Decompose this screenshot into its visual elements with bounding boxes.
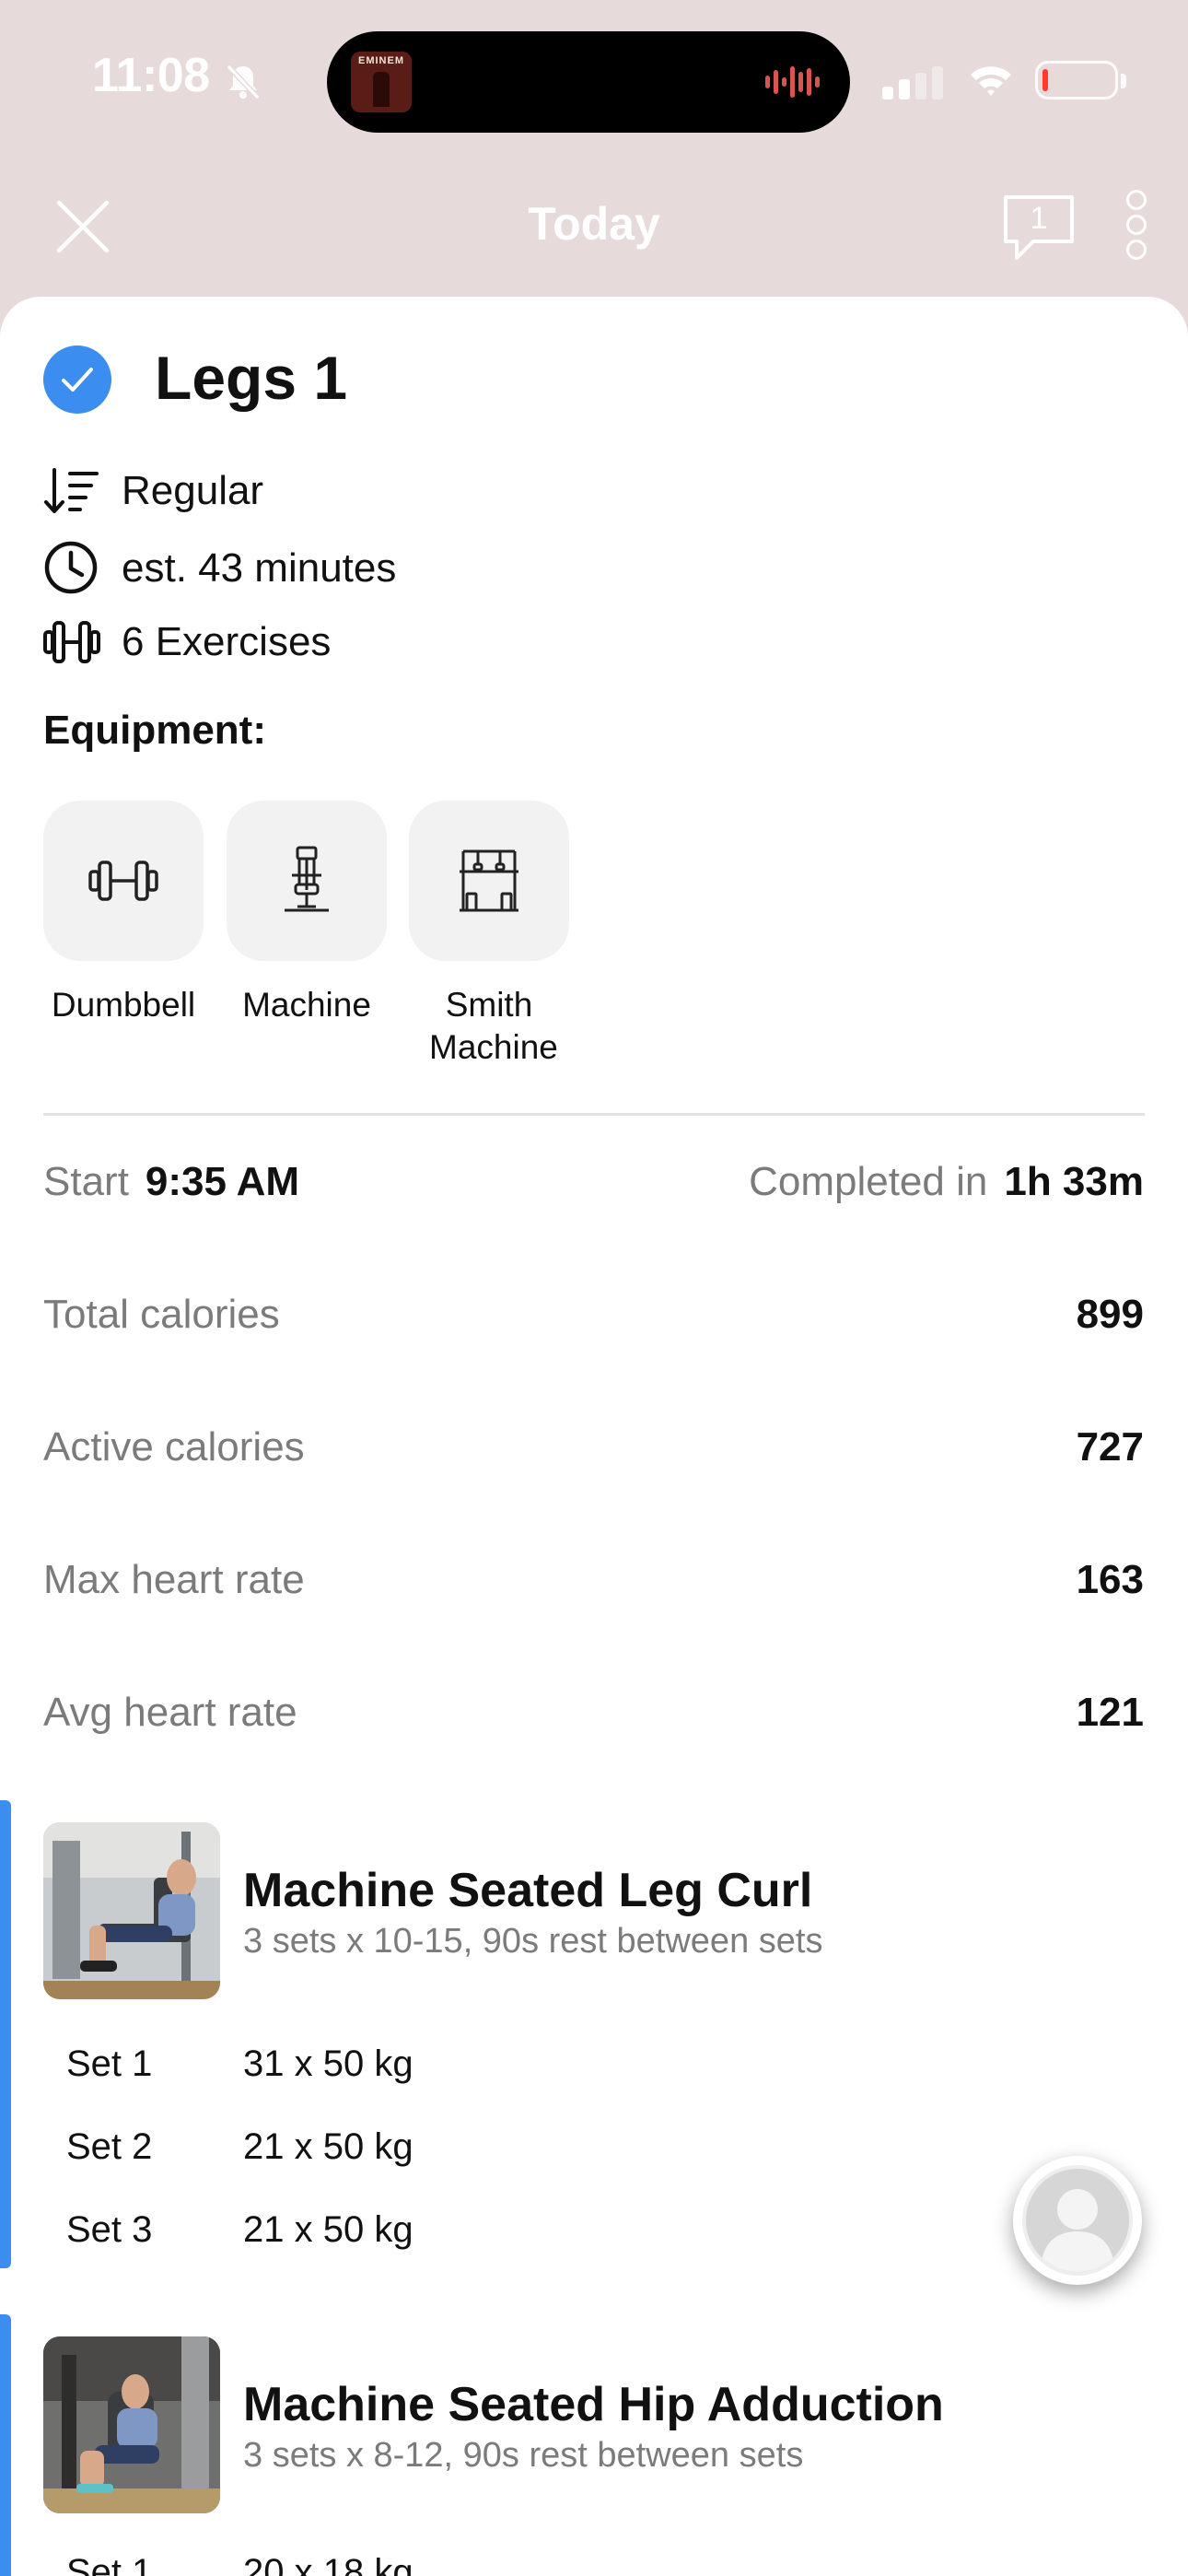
- stat-label-total-calories: Total calories: [43, 1292, 280, 1337]
- start-label: Start: [43, 1159, 129, 1204]
- meta-row-duration: est. 43 minutes: [43, 540, 596, 595]
- equipment-tile-smith-machine[interactable]: [409, 801, 569, 961]
- stat-label-max-heart-rate: Max heart rate: [43, 1557, 305, 1602]
- exercise-thumbnail[interactable]: [43, 1822, 220, 1999]
- exercise-count: 6 Exercises: [122, 619, 332, 664]
- cellular-signal-icon: [882, 66, 943, 100]
- set-value[interactable]: 21 x 50 kg: [243, 2209, 413, 2251]
- page-title: Today: [528, 198, 660, 250]
- workout-type: Regular: [122, 468, 264, 513]
- start-time: 9:35 AM: [145, 1159, 300, 1204]
- close-icon[interactable]: [53, 197, 112, 256]
- more-vertical-icon[interactable]: [1120, 190, 1153, 260]
- clock-icon: [44, 541, 98, 594]
- stat-label-avg-heart-rate: Avg heart rate: [43, 1690, 297, 1735]
- divider: [43, 1113, 1145, 1116]
- equipment-heading: Equipment:: [43, 708, 266, 753]
- set-value[interactable]: 20 x 18 kg: [243, 2552, 413, 2576]
- equipment-tile-machine[interactable]: [227, 801, 387, 961]
- exercise-completed-accent: [0, 1800, 11, 2268]
- exercise-description: 3 sets x 8-12, 90s rest between sets: [243, 2436, 804, 2475]
- battery-icon: [1035, 61, 1118, 100]
- avatar-placeholder-icon: [1022, 2165, 1133, 2276]
- bell-off-icon: [226, 64, 261, 100]
- sort-icon: [44, 468, 99, 513]
- workout-title: Legs 1: [155, 344, 348, 412]
- start-row: Start 9:35 AM: [43, 1159, 299, 1205]
- exercise-description: 3 sets x 10-15, 90s rest between sets: [243, 1922, 823, 1961]
- equipment-tile-dumbbell[interactable]: [43, 801, 204, 961]
- equipment-label-machine: Machine: [242, 986, 371, 1024]
- status-bar: 11:08 EMINEM: [0, 0, 1188, 161]
- album-art-figure: [373, 72, 390, 107]
- stat-value-max-heart-rate: 163: [1076, 1557, 1144, 1602]
- status-time: 11:08: [92, 49, 210, 102]
- battery-level-fill: [1042, 69, 1048, 91]
- exercise-completed-accent: [0, 2314, 11, 2576]
- album-art: EMINEM: [351, 52, 412, 112]
- stat-value-active-calories: 727: [1076, 1424, 1144, 1469]
- completed-label: Completed in: [749, 1159, 988, 1204]
- set-value[interactable]: 21 x 50 kg: [243, 2126, 413, 2168]
- estimated-duration: est. 43 minutes: [122, 545, 397, 591]
- leg-curl-photo: [43, 1822, 220, 1999]
- set-label: Set 1: [66, 2552, 153, 2576]
- audio-waveform-icon: [765, 66, 820, 98]
- completed-check-icon: [43, 345, 111, 414]
- coach-avatar-button[interactable]: [1013, 2156, 1142, 2285]
- equipment-label-dumbbell: Dumbbell: [51, 986, 196, 1024]
- machine-icon: [285, 846, 329, 912]
- exercise-thumbnail[interactable]: [43, 2336, 220, 2513]
- smith-machine-icon: [460, 849, 518, 912]
- exercise-name[interactable]: Machine Seated Leg Curl: [243, 1863, 812, 1918]
- dumbbell-icon: [43, 621, 100, 663]
- dumbbell-icon: [88, 861, 158, 901]
- dynamic-island[interactable]: EMINEM: [327, 31, 850, 133]
- hip-adduction-photo: [43, 2336, 220, 2513]
- set-label: Set 1: [66, 2043, 153, 2084]
- wifi-icon: [971, 66, 1011, 96]
- album-art-text: EMINEM: [358, 55, 404, 66]
- exercise-name[interactable]: Machine Seated Hip Adduction: [243, 2377, 944, 2432]
- workout-sheet: Legs 1 Regular est. 43 minutes 6 Exercis…: [0, 297, 1188, 2576]
- completed-duration: 1h 33m: [1004, 1159, 1144, 1204]
- set-label: Set 2: [66, 2126, 153, 2167]
- equipment-label-smith-machine: Smith Machine: [429, 986, 558, 1066]
- stat-label-active-calories: Active calories: [43, 1424, 305, 1469]
- meta-row-exercises: 6 Exercises: [43, 614, 596, 669]
- meta-row-type: Regular: [43, 463, 596, 518]
- comment-count: 1: [1030, 201, 1048, 236]
- set-value[interactable]: 31 x 50 kg: [243, 2043, 413, 2085]
- stat-value-total-calories: 899: [1076, 1292, 1144, 1337]
- stat-value-avg-heart-rate: 121: [1076, 1690, 1144, 1735]
- battery-cap: [1121, 74, 1126, 88]
- set-label: Set 3: [66, 2209, 153, 2250]
- completed-row: Completed in 1h 33m: [749, 1159, 1144, 1205]
